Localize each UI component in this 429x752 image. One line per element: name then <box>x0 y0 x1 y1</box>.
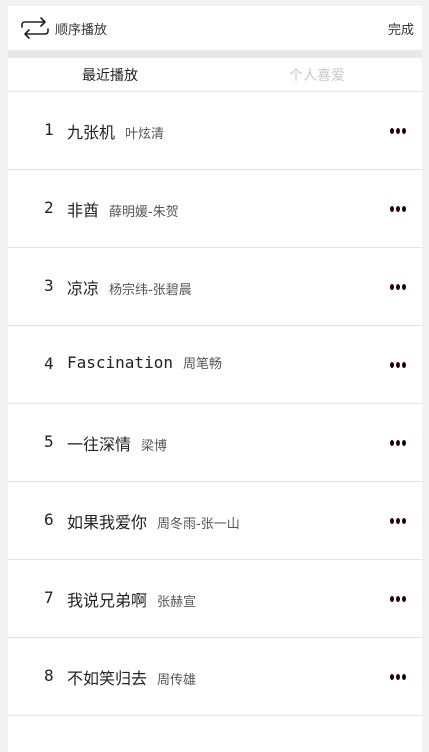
tab-bar: 最近播放 个人喜爱 <box>8 58 422 92</box>
song-list: 1 九张机 叶炫清 2 非酋 薛明媛-朱贺 3 凉凉 杨宗纬-张碧晨 4 Fascin… <box>8 92 422 716</box>
more-options-icon[interactable] <box>390 596 406 602</box>
song-index: 3 <box>44 276 54 295</box>
song-row[interactable]: 8 不如笑归去 周传雄 <box>8 638 422 716</box>
song-index: 7 <box>44 588 54 607</box>
song-title: 九张机 <box>67 123 116 142</box>
song-title: Fascination <box>67 353 173 372</box>
song-title: 如果我爱你 <box>67 513 148 532</box>
playlist-panel: 顺序播放 完成 最近播放 个人喜爱 1 九张机 叶炫清 2 非酋 薛明媛-朱贺 3 … <box>8 6 422 752</box>
song-artist: 薛明媛-朱贺 <box>109 205 179 220</box>
song-row[interactable]: 2 非酋 薛明媛-朱贺 <box>8 170 422 248</box>
song-artist: 叶炫清 <box>125 127 165 142</box>
song-index: 5 <box>44 432 54 451</box>
song-row[interactable]: 3 凉凉 杨宗纬-张碧晨 <box>8 248 422 326</box>
tab-recent[interactable]: 最近播放 <box>82 65 138 85</box>
song-index: 8 <box>44 666 54 685</box>
song-title: 凉凉 <box>67 279 100 298</box>
song-row[interactable]: 6 如果我爱你 周冬雨-张一山 <box>8 482 422 560</box>
song-title: 不如笑归去 <box>67 669 148 688</box>
repeat-icon <box>21 17 49 39</box>
more-options-icon[interactable] <box>390 440 406 446</box>
song-title: 非酋 <box>67 201 100 220</box>
more-options-icon[interactable] <box>390 128 406 134</box>
more-options-icon[interactable] <box>390 674 406 680</box>
more-options-icon[interactable] <box>390 362 406 368</box>
song-artist: 梁博 <box>141 439 168 454</box>
song-row[interactable]: 7 我说兄弟啊 张赫宣 <box>8 560 422 638</box>
song-artist: 周传雄 <box>157 673 197 688</box>
song-title: 我说兄弟啊 <box>67 591 148 610</box>
top-bar: 顺序播放 完成 <box>8 6 422 50</box>
more-options-icon[interactable] <box>390 206 406 212</box>
more-options-icon[interactable] <box>390 518 406 524</box>
song-artist: 杨宗纬-张碧晨 <box>109 283 192 298</box>
more-options-icon[interactable] <box>390 284 406 290</box>
song-title: 一往深情 <box>67 435 132 454</box>
song-index: 2 <box>44 198 54 217</box>
song-row[interactable]: 4 Fascination 周笔畅 <box>8 326 422 404</box>
song-artist: 周冬雨-张一山 <box>157 517 240 532</box>
song-artist: 周笔畅 <box>182 357 222 372</box>
play-mode-toggle[interactable]: 顺序播放 <box>19 14 107 42</box>
song-index: 1 <box>44 120 54 139</box>
song-index: 6 <box>44 510 54 529</box>
song-row[interactable]: 5 一往深情 梁博 <box>8 404 422 482</box>
done-button[interactable]: 完成 <box>388 19 414 38</box>
tab-favorites[interactable]: 个人喜爱 <box>289 65 345 85</box>
header-divider <box>8 50 422 58</box>
song-index: 4 <box>44 354 54 373</box>
play-mode-label: 顺序播放 <box>55 22 108 38</box>
song-row[interactable]: 1 九张机 叶炫清 <box>8 92 422 170</box>
song-artist: 张赫宣 <box>157 595 197 610</box>
